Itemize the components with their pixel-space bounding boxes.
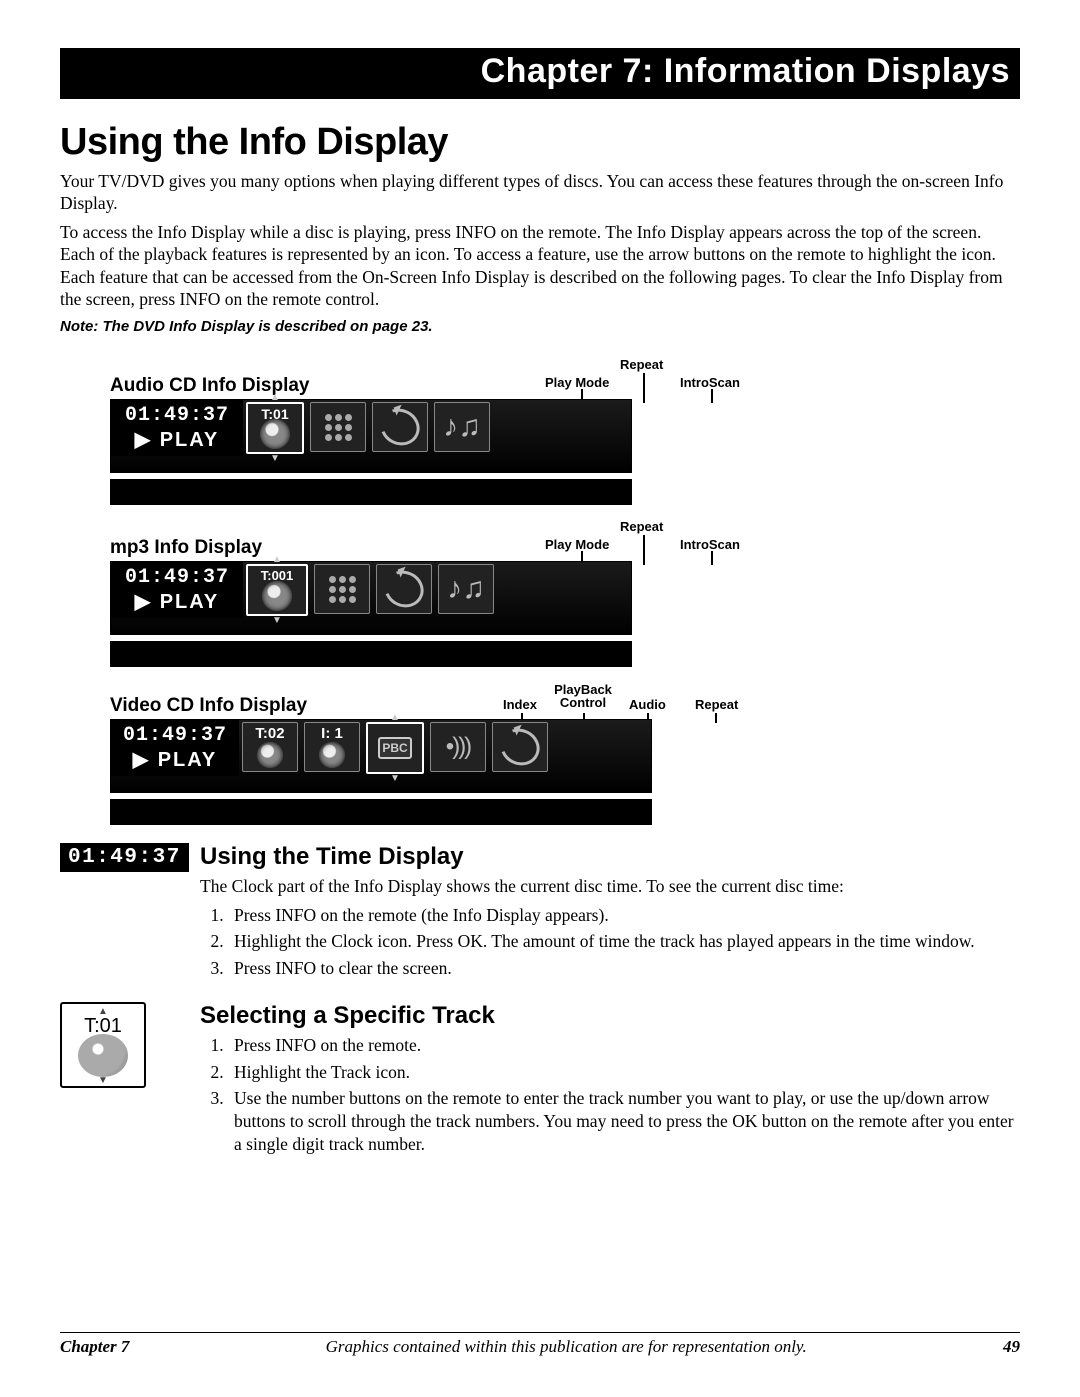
track-steps: Press INFO on the remote. Highlight the … [200, 1034, 1020, 1156]
label-repeat: Repeat [620, 357, 663, 372]
time-intro: The Clock part of the Info Display shows… [200, 875, 1020, 897]
index-box: I: 1 [304, 722, 360, 772]
info-bar-vcd: 01:49:37 ▶ PLAY T:02 I: 1 ▲ PBC ▼ •))) [110, 719, 652, 793]
disc-icon [260, 419, 290, 449]
diagram-title-mp3: mp3 Info Display [110, 537, 320, 559]
section-title: Using the Info Display [60, 121, 1020, 164]
audio-icon: •))) [446, 733, 470, 761]
playmode-icon [329, 576, 356, 603]
intro-p1: Your TV/DVD gives you many options when … [60, 170, 1020, 215]
step: Press INFO to clear the screen. [228, 957, 1020, 980]
info-bar-mp3: 01:49:37 ▶ PLAY ▲ T:001 ▼ ♪♫ [110, 561, 632, 635]
label-playmode: Play Mode [545, 537, 609, 552]
section-select-track: ▲ T:01 ▼ Selecting a Specific Track Pres… [60, 1002, 1020, 1160]
label-audio: Audio [629, 697, 666, 712]
page-footer: Chapter 7 Graphics contained within this… [60, 1332, 1020, 1357]
label-introscan: IntroScan [680, 537, 740, 552]
sub-title-track: Selecting a Specific Track [200, 1002, 1020, 1030]
repeat-icon [378, 565, 429, 615]
disc-icon [262, 581, 292, 611]
black-strip [110, 799, 652, 825]
playmode-icon [325, 414, 352, 441]
track-icon: ▲ T:01 ▼ [60, 1002, 146, 1088]
info-bar-audio: 01:49:37 ▶ PLAY ▲ T:01 ▼ ♪♫ [110, 399, 632, 473]
diagram-mp3: mp3 Info Display Play Mode Repeat IntroS… [110, 517, 1020, 667]
time-steps: Press INFO on the remote (the Info Displ… [200, 904, 1020, 980]
pbc-icon: PBC [378, 737, 411, 759]
label-playmode: Play Mode [545, 375, 609, 390]
step: Use the number buttons on the remote to … [228, 1087, 1020, 1155]
diagram-vcd: Video CD Info Display Index PlayBack Con… [110, 679, 1020, 825]
track-box: ▲ T:01 ▼ [246, 402, 304, 454]
footer-chapter: Chapter 7 [60, 1337, 129, 1357]
footer-disclaimer: Graphics contained within this publicati… [129, 1337, 1003, 1357]
section-time-display: 01:49:37 Using the Time Display The Cloc… [60, 843, 1020, 984]
time-display: 01:49:37 [111, 720, 239, 747]
disc-icon [78, 1034, 128, 1077]
time-display: 01:49:37 [111, 562, 243, 589]
note: Note: The DVD Info Display is described … [60, 318, 1020, 335]
repeat-box [376, 564, 432, 614]
pbc-box: ▲ PBC ▼ [366, 722, 424, 774]
chapter-banner: Chapter 7: Information Displays [60, 48, 1020, 99]
disc-icon [257, 742, 283, 768]
repeat-box [372, 402, 428, 452]
label-index: Index [503, 697, 537, 712]
playmode-box [314, 564, 370, 614]
repeat-icon [494, 723, 545, 773]
audio-box: •))) [430, 722, 486, 772]
step: Press INFO on the remote (the Info Displ… [228, 904, 1020, 927]
label-introscan: IntroScan [680, 375, 740, 390]
black-strip [110, 641, 632, 667]
play-status: ▶ PLAY [111, 589, 243, 618]
footer-page: 49 [1003, 1337, 1020, 1357]
playmode-box [310, 402, 366, 452]
play-status: ▶ PLAY [111, 427, 243, 456]
sub-title-time: Using the Time Display [200, 843, 1020, 871]
disc-icon [319, 742, 345, 768]
track-box: ▲ T:001 ▼ [246, 564, 308, 616]
label-repeat: Repeat [695, 697, 738, 712]
repeat-box [492, 722, 548, 772]
play-status: ▶ PLAY [111, 747, 239, 776]
diagram-title-vcd: Video CD Info Display [110, 695, 320, 717]
notes-icon: ♪♫ [443, 410, 481, 444]
label-repeat: Repeat [620, 519, 663, 534]
notes-icon: ♪♫ [447, 572, 485, 606]
diagram-audio-cd: Audio CD Info Display Play Mode Repeat I… [110, 355, 1020, 505]
intro-p2: To access the Info Display while a disc … [60, 221, 1020, 311]
step: Press INFO on the remote. [228, 1034, 1020, 1057]
introscan-box: ♪♫ [434, 402, 490, 452]
introscan-box: ♪♫ [438, 564, 494, 614]
track-box: T:02 [242, 722, 298, 772]
clock-chip: 01:49:37 [60, 843, 189, 872]
label-pbc: PlayBack Control [553, 683, 613, 709]
diagram-title-audio: Audio CD Info Display [110, 375, 320, 397]
step: Highlight the Clock icon. Press OK. The … [228, 930, 1020, 953]
time-display: 01:49:37 [111, 400, 243, 427]
repeat-icon [374, 403, 425, 453]
step: Highlight the Track icon. [228, 1061, 1020, 1084]
black-strip [110, 479, 632, 505]
